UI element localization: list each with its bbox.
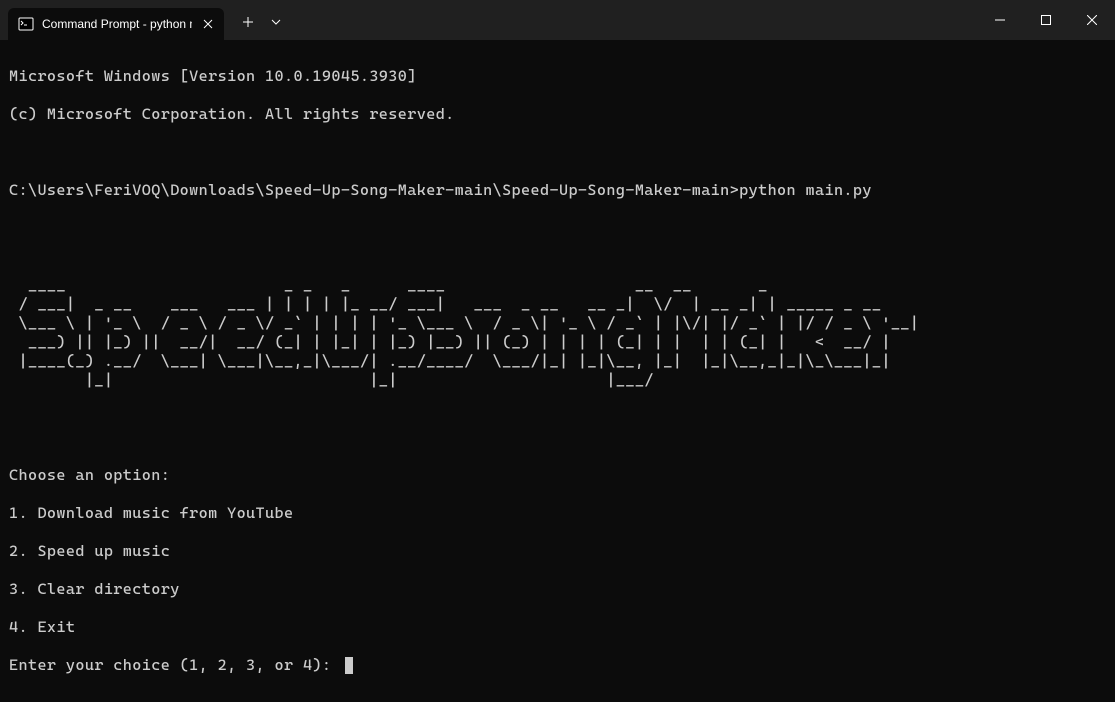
copyright-line: (c) Microsoft Corporation. All rights re…: [9, 105, 1106, 124]
menu-item: 3. Clear directory: [9, 580, 1106, 599]
blank-line: [9, 219, 1106, 238]
close-window-button[interactable]: [1069, 0, 1115, 40]
input-prompt-text: Enter your choice (1, 2, 3, or 4):: [9, 656, 341, 675]
window-controls: [977, 0, 1115, 40]
ascii-art-banner: ____ _ _ _ ____ __ __ _ / ___| _ __ ___ …: [9, 276, 1106, 390]
command-line: C:\Users\FeriVOQ\Downloads\Speed-Up-Song…: [9, 181, 1106, 200]
cursor: [345, 657, 353, 674]
minimize-button[interactable]: [977, 0, 1023, 40]
titlebar: Command Prompt - python m: [0, 0, 1115, 40]
terminal-output[interactable]: Microsoft Windows [Version 10.0.19045.39…: [0, 40, 1115, 702]
typed-command: python main.py: [739, 181, 872, 199]
menu-title: Choose an option:: [9, 466, 1106, 485]
prompt-path: C:\Users\FeriVOQ\Downloads\Speed-Up-Song…: [9, 181, 739, 199]
windows-version-line: Microsoft Windows [Version 10.0.19045.39…: [9, 67, 1106, 86]
tab-active[interactable]: Command Prompt - python m: [8, 8, 224, 40]
menu-item: 1. Download music from YouTube: [9, 504, 1106, 523]
maximize-button[interactable]: [1023, 0, 1069, 40]
input-prompt-line[interactable]: Enter your choice (1, 2, 3, or 4):: [9, 656, 1106, 675]
blank-line: [9, 428, 1106, 447]
tab-close-button[interactable]: [200, 16, 216, 32]
terminal-icon: [18, 16, 34, 32]
tab-dropdown-button[interactable]: [264, 6, 288, 38]
menu-item: 2. Speed up music: [9, 542, 1106, 561]
tab-title: Command Prompt - python m: [42, 17, 192, 31]
blank-line: [9, 143, 1106, 162]
new-tab-button[interactable]: [232, 6, 264, 38]
tab-strip: Command Prompt - python m: [0, 0, 288, 40]
